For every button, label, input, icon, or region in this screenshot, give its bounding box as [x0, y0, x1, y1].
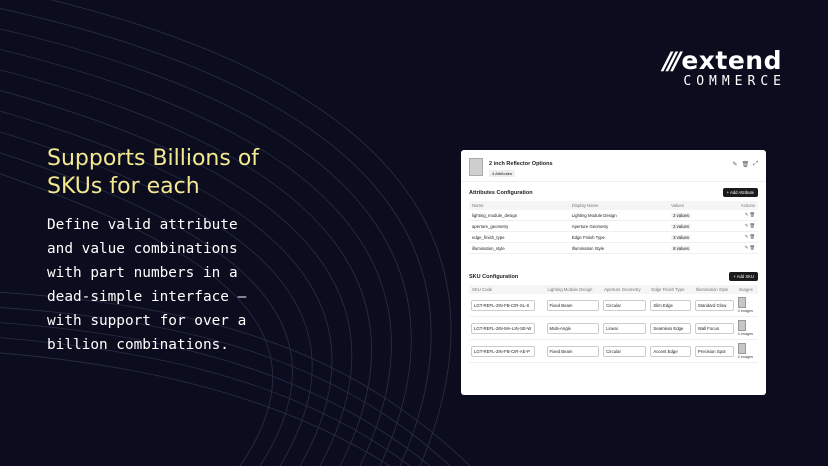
col-style: Illumination Style: [692, 285, 736, 294]
app-screenshot-panel: 2 inch Reflector Options 4 Attributes ✎ …: [461, 150, 766, 395]
col-name: Name: [469, 201, 569, 210]
style-select[interactable]: Precision Spot: [694, 345, 734, 357]
trash-icon[interactable]: 🗑: [750, 212, 755, 217]
sku-title: SKU Configuration: [469, 273, 519, 280]
col-design: Lighting Module Design: [544, 285, 602, 294]
table-row: aperture_geometry Aperture Geometry 2 va…: [469, 220, 758, 232]
col-display-name: Display Name: [568, 201, 669, 210]
attr-display: Aperture Geometry: [568, 220, 669, 232]
edit-icon[interactable]: ✎: [745, 245, 749, 250]
attributes-table: Name Display Name Values Actions lightin…: [469, 201, 758, 254]
product-thumbnail: [469, 158, 483, 176]
col-aperture: Aperture Geometry: [601, 285, 649, 294]
col-actions: Actions: [718, 201, 758, 210]
edge-select[interactable]: Seamless Edge: [650, 322, 691, 334]
sku-section: SKU Configuration + Add SKU SKU Code Lig…: [469, 272, 758, 363]
option-title: 2 inch Reflector Options: [489, 161, 553, 167]
table-row: LGT-REFL-2IN-MA-LIN-SE-W Multi-Angle Lin…: [469, 316, 758, 340]
trash-icon[interactable]: 🗑: [750, 245, 755, 250]
add-attribute-button[interactable]: + Add Attribute: [722, 188, 758, 197]
image-thumbnail[interactable]: [737, 320, 746, 331]
sku-table: SKU Code Lighting Module Design Aperture…: [469, 285, 758, 363]
edge-select[interactable]: Slim Edge: [650, 299, 691, 311]
table-row: illumination_style Illumination Style 8 …: [469, 242, 758, 254]
edit-icon[interactable]: ✎: [745, 223, 749, 228]
sku-code-input[interactable]: LGT-REFL-2IN-FB-CIR-SL-S: [471, 299, 535, 311]
image-thumbnail[interactable]: [737, 297, 746, 308]
table-row: lighting_module_design Lighting Module D…: [469, 210, 758, 221]
attr-display: Illumination Style: [568, 242, 669, 254]
edit-icon[interactable]: ✎: [745, 212, 749, 217]
col-values: Values: [668, 201, 719, 210]
table-row: LGT-REFL-2IN-FB-CIR-SL-S Fixed Beam Circ…: [469, 294, 758, 317]
body-text: Define valid attribute and value combina…: [47, 217, 247, 353]
aperture-select[interactable]: Circular: [603, 345, 647, 357]
logo-sub: COMMERCE: [683, 74, 786, 89]
attr-values: 8 values: [671, 245, 692, 251]
attr-values: 2 values: [671, 223, 692, 229]
edit-icon[interactable]: ✎: [745, 234, 749, 239]
image-thumbnail[interactable]: [737, 343, 746, 354]
logo-slashes: ///: [663, 46, 681, 75]
design-select[interactable]: Fixed Beam: [546, 299, 600, 311]
edit-icon[interactable]: ✎: [733, 161, 738, 168]
attr-name: aperture_geometry: [469, 220, 569, 232]
attr-display: Lighting Module Design: [568, 210, 669, 221]
add-sku-button[interactable]: + Add SKU: [729, 272, 758, 281]
col-images: Images: [735, 285, 758, 294]
design-select[interactable]: Multi-Angle: [546, 322, 600, 334]
images-count: 4 images: [737, 309, 754, 313]
trash-icon[interactable]: 🗑: [742, 161, 750, 168]
expand-icon[interactable]: ⤢: [753, 161, 758, 168]
table-row: LGT-REFL-2IN-FB-CIR-AE-P Fixed Beam Circ…: [469, 339, 758, 363]
aperture-select[interactable]: Circular: [603, 299, 647, 311]
edge-select[interactable]: Accent Edge: [650, 345, 691, 357]
col-sku-code: SKU Code: [469, 285, 545, 294]
attr-values: 2 values: [671, 212, 692, 218]
images-count: 4 images: [737, 355, 754, 359]
attributes-badge: 4 Attributes: [489, 170, 516, 177]
sku-code-input[interactable]: LGT-REFL-2IN-MA-LIN-SE-W: [471, 322, 535, 334]
design-select[interactable]: Fixed Beam: [546, 345, 600, 357]
attr-name: illumination_style: [469, 242, 569, 254]
attr-name: edge_finish_type: [469, 231, 569, 243]
headline: Supports Billions of SKUs for each: [47, 146, 260, 199]
attributes-title: Attributes Configuration: [469, 189, 533, 196]
attr-display: Edge Finish Type: [568, 231, 669, 243]
style-select[interactable]: Wall Focus: [694, 322, 734, 334]
logo-word: extend: [681, 46, 782, 75]
trash-icon[interactable]: 🗑: [750, 223, 755, 228]
table-row: edge_finish_type Edge Finish Type 3 valu…: [469, 231, 758, 243]
sku-code-input[interactable]: LGT-REFL-2IN-FB-CIR-AE-P: [471, 345, 535, 357]
col-edge: Edge Finish Type: [648, 285, 693, 294]
extend-commerce-logo: /// extend COMMERCE: [663, 46, 782, 89]
option-header: 2 inch Reflector Options 4 Attributes ✎ …: [461, 150, 766, 182]
aperture-select[interactable]: Linear: [603, 322, 647, 334]
trash-icon[interactable]: 🗑: [750, 234, 755, 239]
style-select[interactable]: Standard Glow: [694, 299, 734, 311]
attributes-section: Attributes Configuration + Add Attribute…: [469, 188, 758, 254]
attr-name: lighting_module_design: [469, 210, 569, 221]
attr-values: 3 values: [671, 234, 692, 240]
images-count: 4 images: [737, 332, 754, 336]
